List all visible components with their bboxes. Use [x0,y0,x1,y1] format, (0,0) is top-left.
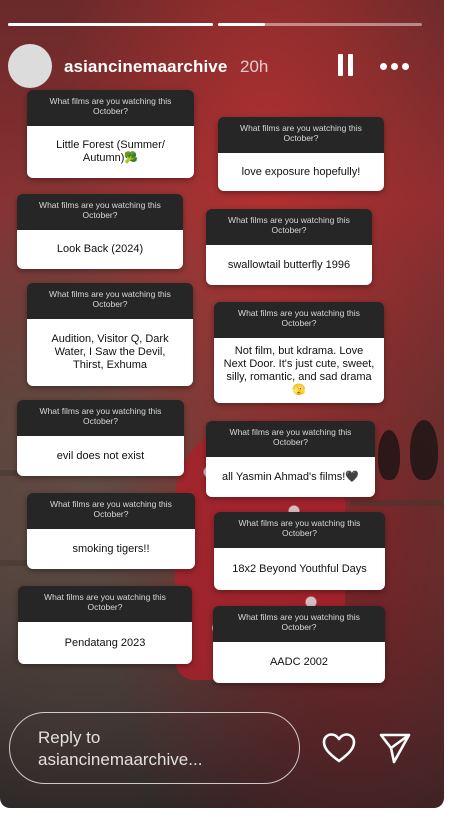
answer-text: swallowtail butterfly 1996 [206,245,372,285]
avatar[interactable] [8,44,52,88]
progress-bar-2 [218,23,422,26]
background-lamp [378,430,400,480]
response-card: What films are you watching this October… [218,117,384,191]
reply-placeholder: Reply to asiancinemaarchive... [38,728,203,769]
response-card: What films are you watching this October… [27,283,193,386]
answer-text: Little Forest (Summer/ Autumn)🥦 [27,126,194,178]
question-text: What films are you watching this October… [17,194,183,230]
question-text: What films are you watching this October… [213,606,385,642]
question-text: What films are you watching this October… [214,512,385,548]
story-viewer[interactable]: asiancinemaarchive 20h What films are yo… [0,0,444,808]
question-text: What films are you watching this October… [18,586,192,622]
answer-text: evil does not exist [17,436,184,476]
timestamp: 20h [240,57,269,76]
response-card: What films are you watching this October… [206,421,375,497]
reply-input[interactable]: Reply to asiancinemaarchive... [9,712,300,784]
answer-text: Look Back (2024) [17,230,183,269]
story-header: asiancinemaarchive 20h [8,44,436,88]
answer-text: all Yasmin Ahmad's films!🖤 [206,457,375,497]
question-text: What films are you watching this October… [206,209,372,245]
question-text: What films are you watching this October… [218,117,384,153]
question-text: What films are you watching this October… [214,302,384,338]
heart-icon[interactable] [322,732,356,764]
answer-text: 18x2 Beyond Youthful Days [214,548,385,590]
progress-bar-1 [8,23,213,26]
background-shelf [350,500,444,506]
username[interactable]: asiancinemaarchive [64,57,227,77]
response-card: What films are you watching this October… [27,493,195,569]
answer-text: AADC 2002 [213,642,385,683]
question-text: What films are you watching this October… [206,421,375,457]
response-card: What films are you watching this October… [17,194,183,269]
answer-text: love exposure hopefully! [218,153,384,191]
question-text: What films are you watching this October… [27,283,193,319]
response-card: What films are you watching this October… [206,209,372,285]
question-text: What films are you watching this October… [27,493,195,529]
response-card: What films are you watching this October… [214,512,385,590]
more-icon[interactable] [380,63,410,71]
background-lamp [410,420,438,480]
answer-text: Pendatang 2023 [18,622,192,664]
response-card: What films are you watching this October… [27,90,194,178]
answer-text: Not film, but kdrama. Love Next Door. It… [214,338,384,403]
response-card: What films are you watching this October… [17,400,184,476]
send-icon[interactable] [377,730,413,766]
response-card: What films are you watching this October… [18,586,192,664]
response-card: What films are you watching this October… [214,302,384,403]
pause-icon[interactable] [338,54,354,78]
question-text: What films are you watching this October… [17,400,184,436]
question-text: What films are you watching this October… [27,90,194,126]
answer-text: Audition, Visitor Q, Dark Water, I Saw t… [27,319,193,386]
response-card: What films are you watching this October… [213,606,385,683]
answer-text: smoking tigers!! [27,529,195,569]
